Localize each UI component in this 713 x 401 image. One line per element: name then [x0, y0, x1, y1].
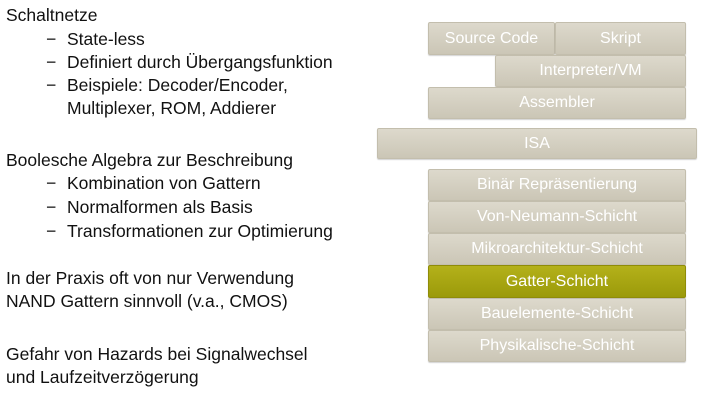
layer-physikalische: Physikalische-Schicht	[428, 330, 686, 362]
dash-marker: −	[46, 29, 57, 49]
bullet-item: − Transformationen zur Optimierung	[46, 220, 333, 242]
bullet-text: Normalformen als Basis	[67, 197, 253, 217]
bullet-item: − State-less	[46, 28, 145, 50]
bullet-text: Beispiele: Decoder/Encoder,	[67, 75, 288, 95]
dash-marker: −	[46, 221, 57, 241]
bullet-continuation: Multiplexer, ROM, Addierer	[67, 98, 277, 118]
bullet-item: − Definiert durch Übergangsfunktion	[46, 51, 333, 73]
paragraph-praxis-line1: In der Praxis oft von nur Verwendung	[6, 268, 294, 288]
heading-boolesche-algebra: Boolesche Algebra zur Beschreibung	[6, 150, 293, 170]
paragraph-hazards-line2: und Laufzeitverzögerung	[6, 367, 199, 387]
bullet-item: − Normalformen als Basis	[46, 196, 253, 218]
bullet-text: Definiert durch Übergangsfunktion	[67, 52, 333, 72]
heading-schaltnetze: Schaltnetze	[6, 5, 98, 25]
bullet-text: State-less	[67, 29, 145, 49]
interpreter-vm-box: Interpreter/VM	[495, 55, 686, 87]
bullet-text: Kombination von Gattern	[67, 173, 261, 193]
bullet-item: − Beispiele: Decoder/Encoder,	[46, 74, 288, 96]
paragraph-hazards-line1: Gefahr von Hazards bei Signalwechsel	[6, 344, 308, 364]
layer-bauelemente: Bauelemente-Schicht	[428, 298, 686, 330]
layer-gatter-highlighted: Gatter-Schicht	[428, 265, 686, 298]
dash-marker: −	[46, 197, 57, 217]
isa-box: ISA	[377, 128, 697, 159]
paragraph-praxis-line2: NAND Gattern sinnvoll (v.a., CMOS)	[6, 291, 288, 311]
bullet-item: − Kombination von Gattern	[46, 172, 261, 194]
layer-binaer-repraesentierung: Binär Repräsentierung	[428, 169, 686, 201]
dash-marker: −	[46, 173, 57, 193]
dash-marker: −	[46, 75, 57, 95]
skript-box: Skript	[555, 22, 686, 55]
dash-marker: −	[46, 52, 57, 72]
layer-von-neumann: Von-Neumann-Schicht	[428, 201, 686, 233]
source-code-box: Source Code	[428, 22, 555, 55]
bullet-text: Transformationen zur Optimierung	[67, 221, 333, 241]
assembler-box: Assembler	[428, 87, 686, 119]
layer-mikroarchitektur: Mikroarchitektur-Schicht	[428, 233, 686, 265]
